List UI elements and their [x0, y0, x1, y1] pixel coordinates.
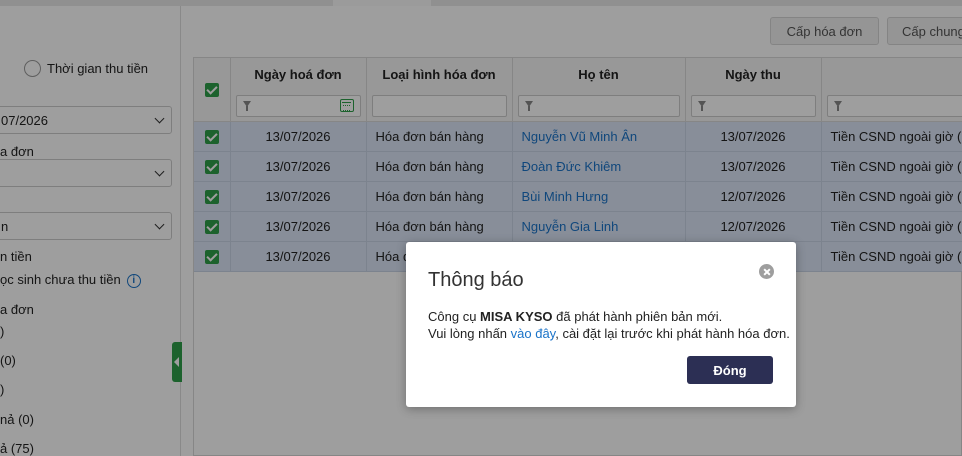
line2-suffix: , cài đặt lại trước khi phát hành hóa đơ… — [555, 326, 790, 341]
message-line-1: Công cụ MISA KYSO đã phát hành phiên bản… — [428, 308, 790, 325]
dialog-title: Thông báo — [428, 269, 524, 291]
message-line-2: Vui lòng nhấn vào đây, cài đặt lại trước… — [428, 325, 790, 342]
line2-prefix: Vui lòng nhấn — [428, 326, 511, 341]
product-name: MISA KYSO — [480, 309, 553, 324]
close-icon[interactable] — [759, 264, 774, 279]
line1-prefix: Công cụ — [428, 309, 481, 324]
install-link[interactable]: vào đây — [511, 326, 556, 341]
line1-suffix: đã phát hành phiên bản mới. — [552, 309, 723, 324]
notification-dialog: Thông báo Công cụ MISA KYSO đã phát hành… — [406, 242, 796, 407]
close-button[interactable]: Đóng — [687, 356, 773, 384]
dialog-message: Công cụ MISA KYSO đã phát hành phiên bản… — [428, 308, 790, 342]
